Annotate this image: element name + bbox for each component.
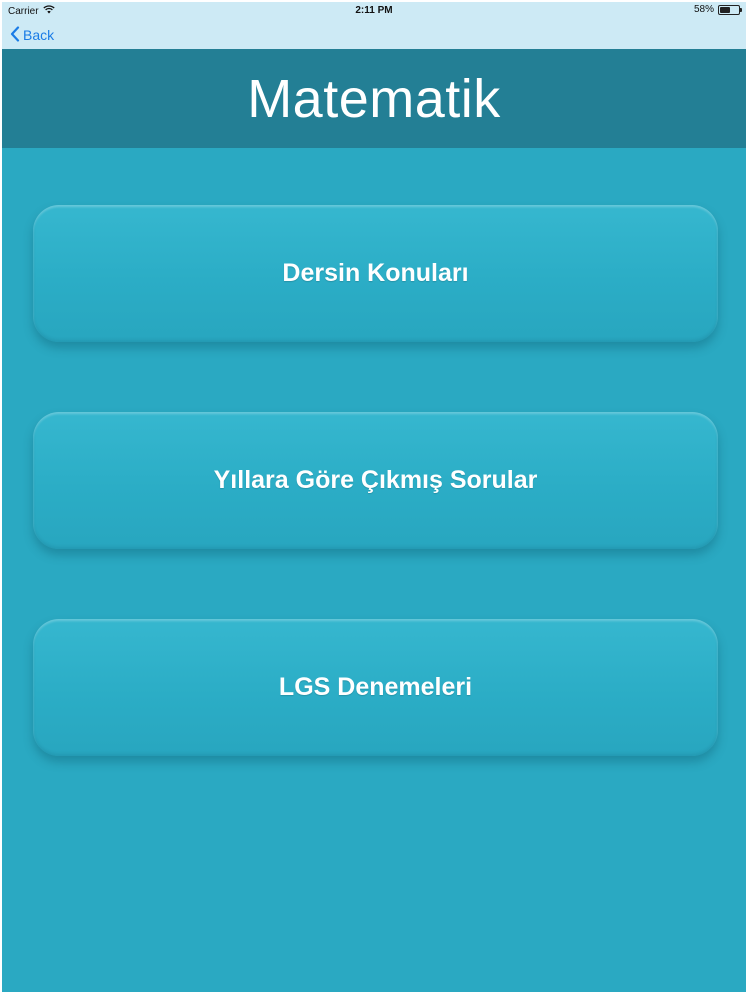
battery-percent: 58% [693, 4, 714, 15]
page-header: Matematik [2, 49, 746, 148]
page-title: Matematik [247, 68, 501, 129]
back-label: Back [23, 27, 55, 43]
battery-cap [740, 7, 742, 12]
status-bar: Carrier 2:11 PM 58% [2, 2, 746, 22]
past-questions-button-label: Yıllara Göre Çıkmış Sorular [213, 466, 538, 494]
battery-icon [718, 4, 742, 15]
chevron-left-icon [10, 25, 20, 45]
app-screen: Carrier 2:11 PM 58% Back Matematik Dersi… [2, 2, 746, 992]
lgs-exams-button-label: LGS Denemeleri [278, 673, 473, 701]
topics-button[interactable]: Dersin Konuları [33, 205, 718, 342]
lgs-exams-button[interactable]: LGS Denemeleri [33, 619, 718, 756]
topics-button-label: Dersin Konuları [282, 259, 469, 287]
past-questions-button[interactable]: Yıllara Göre Çıkmış Sorular [33, 412, 718, 549]
back-button[interactable]: Back [10, 25, 54, 45]
status-right: 58% [693, 4, 742, 15]
status-time: 2:11 PM [355, 5, 393, 16]
battery-fill [720, 6, 731, 13]
navigation-bar: Back [2, 22, 746, 49]
